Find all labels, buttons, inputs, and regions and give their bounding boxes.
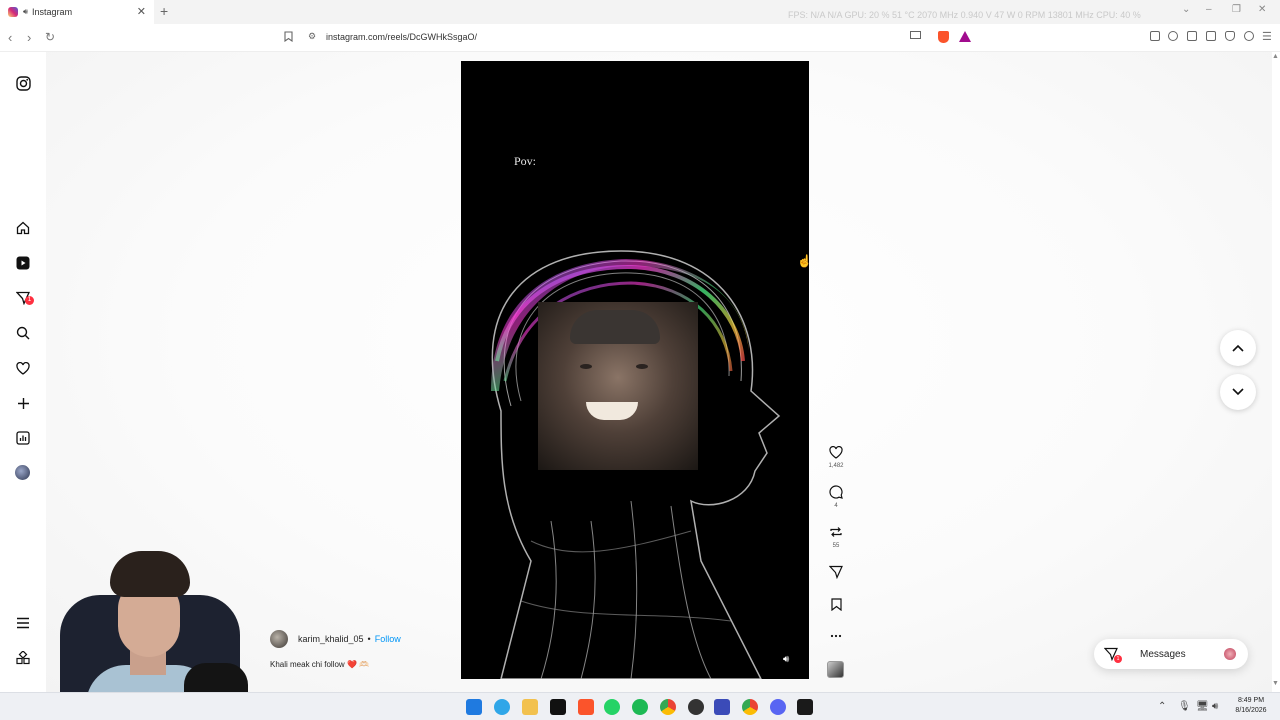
share-icon[interactable] [827, 563, 845, 581]
author-username[interactable]: karim_khalid_05 [298, 634, 364, 644]
audio-toggle-icon[interactable]: 🔊︎ [783, 654, 789, 665]
repost-count: 55 [832, 543, 840, 549]
home-icon[interactable] [14, 219, 32, 237]
brave-shields-icon[interactable] [938, 31, 949, 43]
extensions-icon[interactable] [1150, 31, 1160, 41]
notifications-heart-icon[interactable] [14, 359, 32, 377]
tiktok-icon[interactable] [550, 699, 566, 715]
minimize-window-icon[interactable]: – [1206, 4, 1212, 15]
clock-time: 8:49 PM [1237, 697, 1265, 704]
cap-shape [570, 310, 660, 344]
performance-overlay-text: FPS: N/A N/A GPU: 20 % 51 °C 2070 MHz 0.… [788, 10, 1141, 20]
also-from-meta-icon[interactable] [14, 649, 32, 667]
bookmark-page-icon[interactable] [284, 31, 293, 45]
forward-arrow-icon[interactable]: › [27, 30, 31, 45]
wallet-icon[interactable] [1206, 31, 1216, 41]
comment-count: 4 [834, 503, 838, 509]
obs-icon[interactable] [688, 699, 704, 715]
search-icon[interactable] [14, 324, 32, 342]
original-audio-thumbnail[interactable] [827, 661, 844, 678]
browser-tab-strip: 🔊︎ Instagram ✕ + FPS: N/A N/A GPU: 20 % … [0, 0, 1280, 24]
next-reel-button[interactable] [1220, 374, 1256, 410]
sidebar-toggle-icon[interactable] [1187, 31, 1197, 41]
instagram-sidebar [0, 52, 46, 692]
messages-unread-badge: 1 [25, 296, 34, 305]
chevron-up-icon [1232, 344, 1244, 352]
tab-search-chevron-icon[interactable]: ⌄ [1182, 4, 1190, 15]
tab-title: Instagram [32, 7, 73, 17]
chrome-profile-icon[interactable] [742, 699, 758, 715]
maximize-window-icon[interactable]: ❐ [1232, 4, 1241, 15]
browser-menu-icon[interactable]: ☰ [1262, 30, 1272, 43]
streamer-hair-shape [110, 551, 190, 597]
eyes-shape [580, 364, 650, 370]
windows-taskbar: ⌃ 🎙︎ 🖥︎ 🔊︎ 8:49 PM 8/16/2026 [0, 692, 1280, 720]
cast-icon[interactable] [910, 31, 921, 43]
profile-avatar[interactable] [15, 465, 30, 480]
spotify-icon[interactable] [632, 699, 648, 715]
reload-icon[interactable]: ↻ [45, 30, 55, 44]
previous-reel-button[interactable] [1220, 330, 1256, 366]
discord-icon[interactable] [770, 699, 786, 715]
media-control-icon[interactable] [1168, 31, 1178, 41]
create-plus-icon[interactable] [14, 394, 32, 412]
network-tray-icon[interactable]: 🖥︎ [1196, 701, 1209, 712]
windows-start-icon[interactable] [466, 699, 482, 715]
messages-pill-badge: 1 [1114, 655, 1122, 663]
address-toolbar: ‹ › ↻ ⚙ instagram.com/reels/DcGWHkSsgaO/ [0, 24, 1280, 52]
separator-dot: • [367, 634, 371, 644]
brave-rewards-icon[interactable] [959, 31, 971, 42]
reel-author-row: karim_khalid_05 • Follow [270, 630, 401, 648]
messages-contact-avatar [1224, 648, 1236, 660]
speaker-icon[interactable]: 🔊︎ [23, 7, 28, 17]
new-tab-button[interactable]: + [160, 3, 168, 19]
volume-tray-icon[interactable]: 🔊︎ [1212, 701, 1218, 712]
browser-tab-instagram[interactable]: 🔊︎ Instagram ✕ [0, 0, 154, 24]
caption-emoji: ❤️ 🫶🏻 [346, 660, 370, 669]
like-heart-icon[interactable] [827, 443, 845, 461]
back-arrow-icon[interactable]: ‹ [8, 30, 12, 45]
scrollbar-down-arrow-icon[interactable]: ▼ [1272, 680, 1279, 687]
edge-icon[interactable] [494, 699, 510, 715]
reel-overlay-text: Pov: [514, 154, 537, 168]
dashboard-icon[interactable] [14, 429, 32, 447]
scrollbar-up-arrow-icon[interactable]: ▲ [1272, 53, 1279, 60]
chevron-down-icon [1232, 388, 1244, 396]
instagram-logo-icon[interactable] [14, 74, 32, 92]
brave-browser-icon[interactable] [578, 699, 594, 715]
system-clock[interactable]: 8:49 PM 8/16/2026 [1228, 696, 1274, 716]
site-settings-icon[interactable]: ⚙ [308, 31, 316, 42]
clock-date: 8/16/2026 [1235, 707, 1267, 714]
smile-shape [586, 402, 638, 420]
mouse-pointer-icon: ☝ [797, 254, 812, 268]
repost-icon[interactable] [827, 523, 845, 541]
more-options-icon[interactable] [827, 627, 845, 645]
embedded-face-video [538, 302, 698, 470]
close-tab-icon[interactable]: ✕ [137, 5, 146, 18]
file-explorer-icon[interactable] [522, 699, 538, 715]
microphone-tray-icon[interactable]: 🎙︎ [1178, 701, 1191, 712]
close-window-icon[interactable]: ✕ [1258, 4, 1266, 15]
menu-icon[interactable] [14, 614, 32, 632]
save-bookmark-icon[interactable] [827, 595, 845, 613]
follow-button[interactable]: Follow [375, 634, 401, 644]
reel-caption: Khali meak chi follow ❤️ 🫶🏻 [270, 660, 369, 669]
caption-text: Khali meak chi follow [270, 660, 345, 669]
reel-video[interactable]: Pov: 🔊︎ [461, 61, 809, 679]
messages-pill-button[interactable]: 1 Messages [1094, 639, 1248, 669]
whatsapp-icon[interactable] [604, 699, 620, 715]
instagram-favicon-icon [8, 7, 18, 17]
author-avatar[interactable] [270, 630, 288, 648]
url-field[interactable]: instagram.com/reels/DcGWHkSsgaO/ [326, 32, 477, 42]
chrome-icon[interactable] [660, 699, 676, 715]
leo-ai-icon[interactable] [1225, 31, 1235, 41]
messages-label: Messages [1140, 648, 1186, 660]
visual-studio-icon[interactable] [714, 699, 730, 715]
comment-icon[interactable] [827, 483, 845, 501]
terminal-icon[interactable] [797, 699, 813, 715]
tray-overflow-chevron-icon[interactable]: ⌃ [1158, 701, 1166, 712]
vpn-icon[interactable] [1244, 31, 1254, 41]
reels-icon[interactable] [14, 254, 32, 272]
like-count: 1,482 [828, 463, 844, 469]
